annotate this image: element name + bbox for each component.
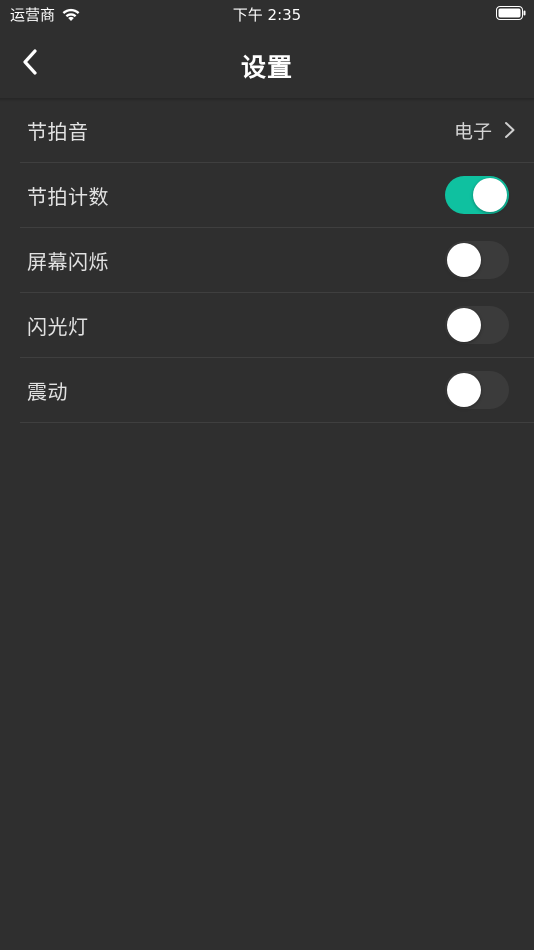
status-time: 下午 2:35: [232, 6, 302, 24]
setting-row-beat-sound[interactable]: 节拍音 电子: [20, 98, 534, 163]
setting-label: 节拍音: [27, 119, 89, 144]
setting-label: 节拍计数: [27, 184, 109, 209]
status-bar: 运营商 下午 2:35: [0, 0, 534, 28]
screen-flash-toggle[interactable]: [445, 241, 509, 279]
flashlight-toggle[interactable]: [445, 306, 509, 344]
battery-full-icon: [496, 6, 526, 20]
toggle-knob: [447, 308, 481, 342]
settings-screen: 运营商 下午 2:35 设置 节拍音 电子 节拍计数 屏幕闪烁 闪光灯 震动: [0, 0, 534, 950]
toggle-knob: [447, 373, 481, 407]
settings-list: 节拍音 电子 节拍计数 屏幕闪烁 闪光灯 震动: [20, 98, 534, 423]
setting-value-group: 电子: [454, 117, 516, 144]
setting-row-flashlight: 闪光灯: [20, 293, 534, 358]
setting-row-screen-flash: 屏幕闪烁: [20, 228, 534, 293]
setting-label: 屏幕闪烁: [27, 249, 109, 274]
beat-count-toggle[interactable]: [445, 176, 509, 214]
setting-label: 震动: [27, 379, 68, 404]
navigation-bar: 设置: [0, 28, 534, 98]
toggle-knob: [447, 243, 481, 277]
toggle-knob: [473, 178, 507, 212]
page-title: 设置: [240, 53, 293, 82]
setting-row-beat-count: 节拍计数: [20, 163, 534, 228]
setting-label: 闪光灯: [27, 314, 89, 339]
setting-value: 电子: [453, 120, 492, 143]
setting-row-vibration: 震动: [20, 358, 534, 423]
chevron-right-icon: [505, 122, 515, 138]
vibration-toggle[interactable]: [445, 371, 509, 409]
